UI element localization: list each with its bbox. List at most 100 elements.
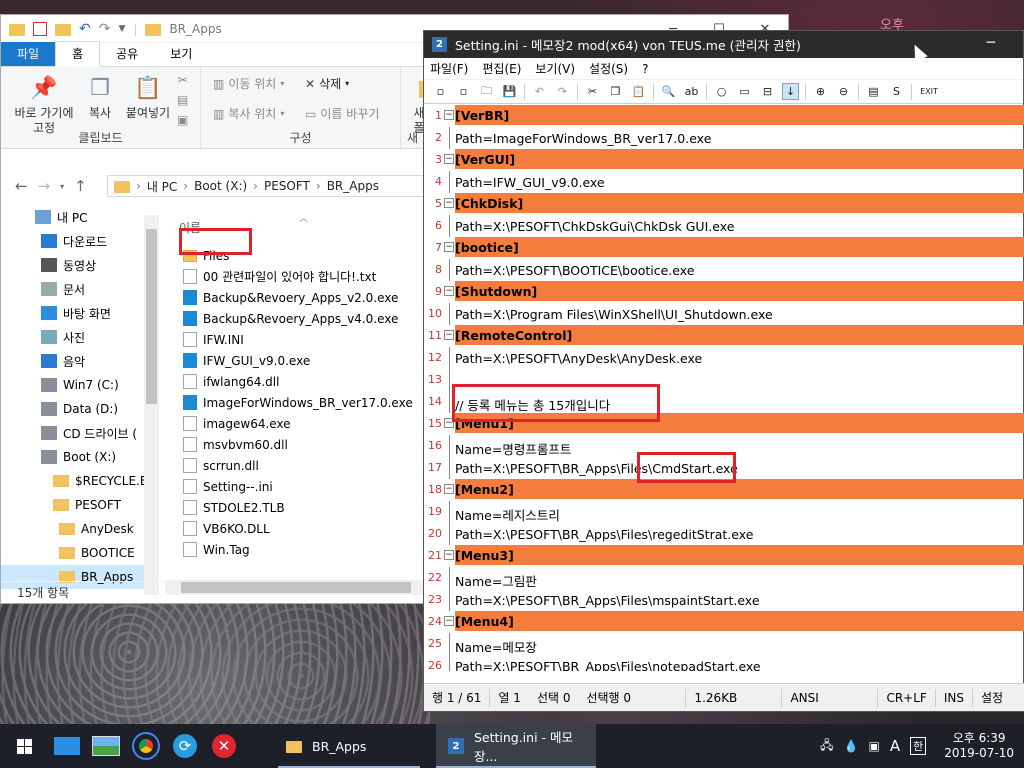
fold-toggle-icon[interactable]: − [444,154,454,164]
file-row[interactable]: msvbvm60.dll [183,434,288,455]
fold-toggle-icon[interactable]: − [444,242,454,252]
taskbar-close-app-button[interactable]: ✕ [204,724,244,768]
scrollbar-thumb[interactable] [146,229,157,404]
nav-item[interactable]: 문서 [1,277,159,301]
nav-item[interactable]: Win7 (C:) [1,373,159,397]
menu-view[interactable]: 보기(V) [535,60,575,77]
nav-item[interactable]: AnyDesk [1,517,159,541]
tab-view[interactable]: 보기 [154,42,208,66]
properties-icon[interactable] [33,21,47,36]
ime-mode[interactable]: A [890,737,900,755]
zoom-in-icon[interactable]: ⊕ [812,83,829,100]
nav-item[interactable]: 내 PC [1,205,159,229]
ime-korean[interactable]: 한 [910,737,927,755]
paste-shortcut-icon[interactable]: ▣ [177,113,188,127]
breadcrumb-br-apps[interactable]: BR_Apps [327,179,379,193]
status-eol[interactable]: CR+LF [878,688,936,707]
fold-toggle-icon[interactable]: − [444,286,454,296]
copy-button[interactable]: ❐ 복사 [83,73,117,121]
file-row[interactable]: ifwlang64.dll [183,371,279,392]
open-icon[interactable]: 🗀 [478,83,495,100]
move-to-button[interactable]: ▥ 이동 위치 ▾ [213,75,284,92]
taskbar-app-explorer[interactable]: BR_Apps [274,724,424,768]
find-icon[interactable]: 🔍 [660,83,677,100]
status-settings[interactable]: 설정 [973,689,1011,706]
wordwrap-icon[interactable]: ○ [713,83,730,100]
start-button[interactable] [0,724,48,768]
address-bar[interactable]: › 내 PC › Boot (X:) › PESOFT › BR_Apps [107,175,427,197]
nav-item[interactable]: $RECYCLE.BI [1,469,159,493]
new-file-icon[interactable]: ▫ [432,83,449,100]
cut-icon[interactable]: ✂ [178,73,188,87]
forward-icon[interactable]: → [38,177,51,195]
recent-icon[interactable]: ▾ [60,182,64,191]
paste-icon[interactable]: 📋 [630,83,647,100]
customize-qat-icon[interactable]: ▼ [118,24,125,34]
drop-icon[interactable]: 💧 [844,739,859,753]
nav-item[interactable]: PESOFT [1,493,159,517]
fold-toggle-icon[interactable]: − [444,330,454,340]
new-folder-icon[interactable] [55,23,71,36]
tab-home[interactable]: 홈 [55,41,101,67]
copy-to-button[interactable]: ▥ 복사 위치 ▾ [213,105,284,122]
taskbar-ie-button[interactable] [126,724,166,768]
replace-icon[interactable]: ab [683,83,700,100]
file-row[interactable]: Backup&Revoery_Apps_v2.0.exe [183,287,398,308]
nav-item[interactable]: Boot (X:) [1,445,159,469]
settings-s-icon[interactable]: S [888,83,905,100]
taskbar-photos-button[interactable] [86,724,126,768]
undo-icon[interactable]: ↶ [79,21,91,37]
file-row[interactable]: imagew64.exe [183,413,291,434]
file-row[interactable]: VB6KO.DLL [183,518,270,539]
file-row[interactable]: 00 관련파일이 있어야 합니다!.txt [183,266,376,287]
menu-settings[interactable]: 설정(S) [589,60,628,77]
file-row[interactable]: Setting--.ini [183,476,273,497]
tab-file[interactable]: 파일 [1,42,56,66]
minimize-button[interactable]: ─ [987,35,995,51]
new-window-icon[interactable]: ▫ [455,83,472,100]
nav-item[interactable]: 바탕 화면 [1,301,159,325]
rename-button[interactable]: ▭ 이름 바꾸기 [305,105,379,122]
taskbar-app-notepad[interactable]: 2 Setting.ini - 메모장... [436,724,596,768]
status-encoding[interactable]: ANSI [782,688,879,707]
breadcrumb-pesoft[interactable]: PESOFT [264,179,310,193]
delete-button[interactable]: ✕ 삭제 ▾ [305,75,349,92]
breadcrumb-pc[interactable]: 내 PC [147,178,177,195]
menu-help[interactable]: ? [642,62,648,76]
redo-icon[interactable]: ↷ [554,83,571,100]
file-row[interactable]: IFW_GUI_v9.0.exe [183,350,310,371]
zoom-out-icon[interactable]: ⊖ [835,83,852,100]
nav-scrollbar[interactable] [144,215,159,595]
network-icon[interactable]: 🖧 [820,736,833,757]
file-row[interactable]: scrrun.dll [183,455,259,476]
nav-item[interactable]: CD 드라이브 ( [1,421,159,445]
fold-toggle-icon[interactable]: − [444,550,454,560]
fold-toggle-icon[interactable]: − [444,110,454,120]
redo-icon[interactable]: ↷ [99,21,111,37]
paste-button[interactable]: 📋 붙여넣기 [121,73,175,121]
file-row[interactable]: ImageForWindows_BR_ver17.0.exe [183,392,413,413]
tab-share[interactable]: 공유 [100,42,154,66]
fold-toggle-icon[interactable]: − [444,616,454,626]
copy-path-icon[interactable]: ▤ [177,93,188,107]
file-row[interactable]: STDOLE2.TLB [183,497,285,518]
nav-item[interactable]: 사진 [1,325,159,349]
window-icon[interactable]: ▭ [736,83,753,100]
menu-file[interactable]: 파일(F) [430,60,468,77]
up-icon[interactable]: ↑ [74,177,87,195]
menu-edit[interactable]: 편집(E) [482,60,521,77]
clock[interactable]: 오후 6:39 2019-07-10 [944,731,1014,761]
file-row[interactable]: Backup&Revoery_Apps_v4.0.exe [183,308,398,329]
indent-icon[interactable]: ⊟ [759,83,776,100]
undo-icon[interactable]: ↶ [531,83,548,100]
back-icon[interactable]: ← [15,177,28,195]
taskbar-sync-button[interactable]: ⟳ [166,724,204,768]
file-row[interactable]: Win.Tag [183,539,250,560]
copy-icon[interactable]: ❐ [607,83,624,100]
display-icon[interactable]: ▣ [869,739,880,753]
taskbar-desktop-button[interactable] [48,724,86,768]
breadcrumb-boot[interactable]: Boot (X:) [194,179,247,193]
fold-toggle-icon[interactable]: − [444,198,454,208]
line-number-icon[interactable]: ↓ [782,83,799,100]
pin-button[interactable]: 📌 바로 가기에 고정 [9,73,79,136]
